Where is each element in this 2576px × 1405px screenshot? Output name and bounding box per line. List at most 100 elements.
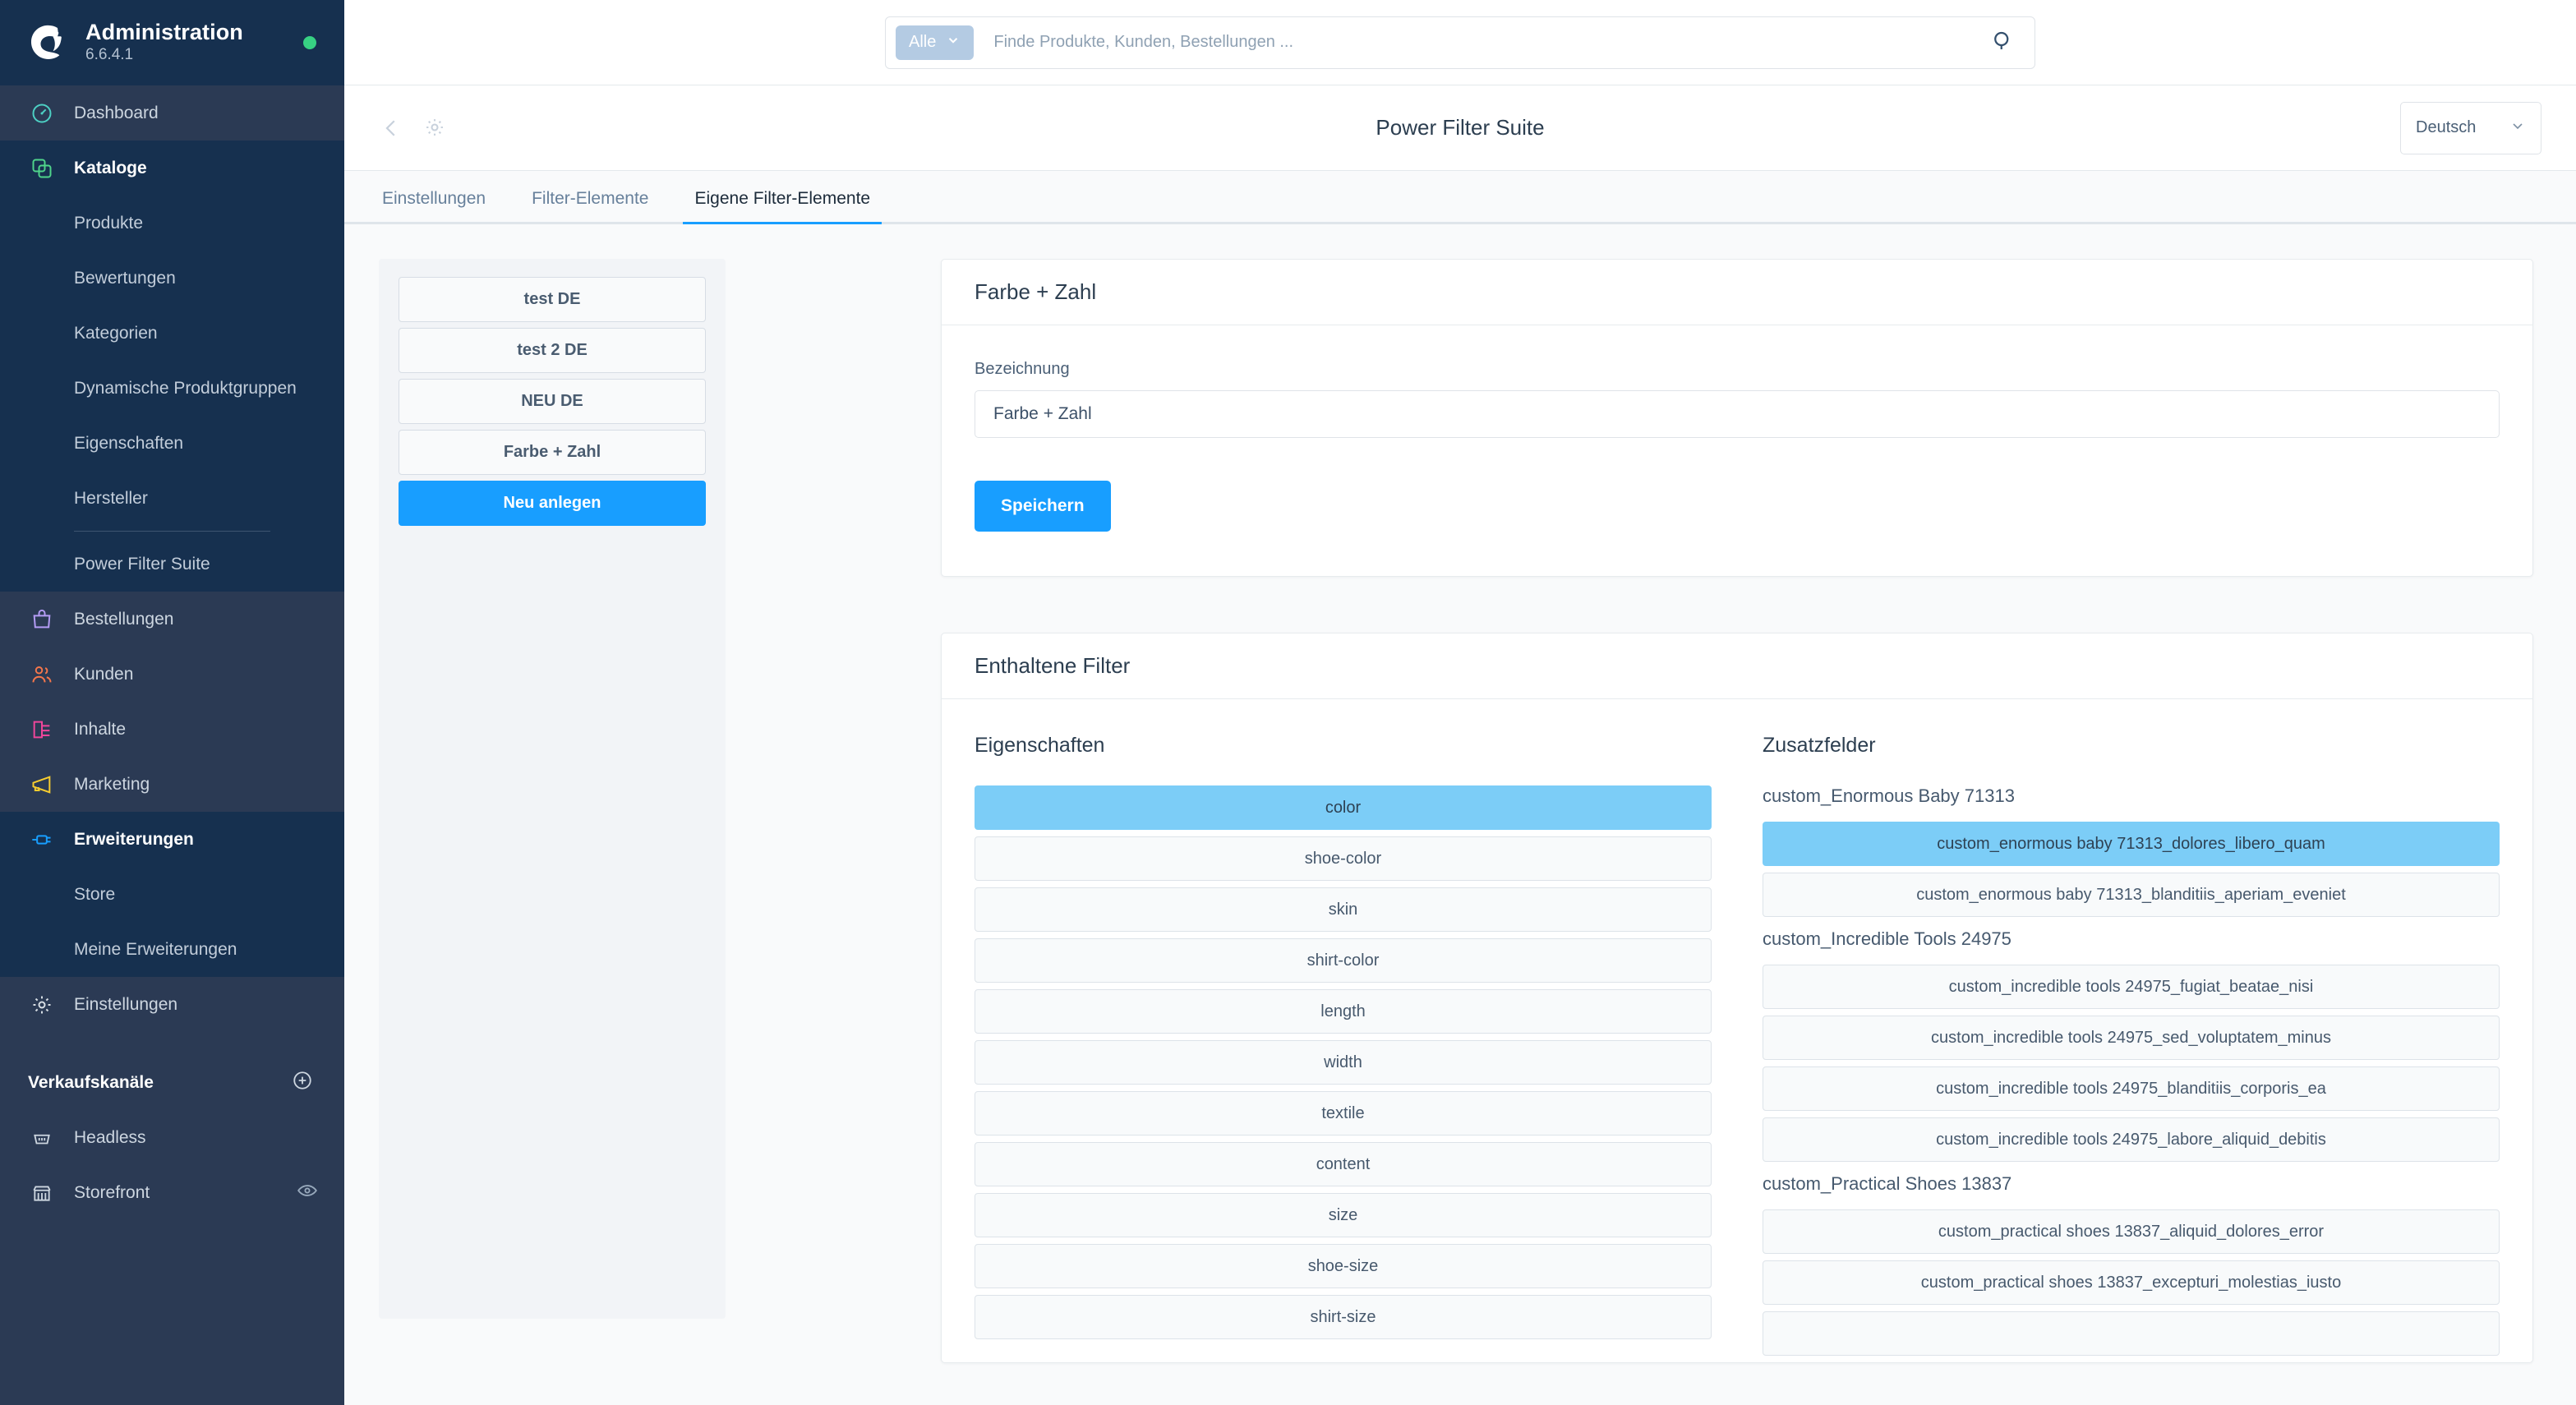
filter-element-item[interactable]: NEU DE	[399, 379, 706, 424]
search-magnifier-icon[interactable]	[1990, 29, 2018, 57]
property-pill[interactable]: color	[975, 785, 1712, 830]
sidebar-item-headless[interactable]: Headless	[0, 1110, 344, 1165]
sidebar-item-label: Storefront	[74, 1182, 150, 1202]
sidebar-subitem-label: Power Filter Suite	[74, 554, 210, 574]
settings-gear-icon	[28, 991, 56, 1019]
search-scope-label: Alle	[909, 33, 937, 51]
sidebar-subitem-meine-erweiterungen[interactable]: Meine Erweiterungen	[0, 922, 344, 977]
sidebar-group-dashboard: Dashboard	[0, 85, 344, 140]
sidebar-brand[interactable]: Administration 6.6.4.1	[0, 0, 344, 85]
sidebar-divider	[74, 531, 270, 532]
language-select[interactable]: Deutsch	[2400, 101, 2541, 154]
customers-users-icon	[28, 661, 56, 689]
sidebar-subitem-eigenschaften[interactable]: Eigenschaften	[0, 416, 344, 471]
custom-field-pill[interactable]: custom_incredible tools 24975_sed_volupt…	[1763, 1016, 2500, 1060]
custom-field-pill[interactable]: custom_enormous baby 71313_blanditiis_ap…	[1763, 873, 2500, 917]
filter-element-item[interactable]: test 2 DE	[399, 328, 706, 373]
sidebar-subitem-label: Dynamische Produktgruppen	[74, 378, 297, 398]
filter-element-list-panel: test DE test 2 DE NEU DE Farbe + Zahl Ne…	[379, 259, 726, 1319]
property-pill[interactable]: length	[975, 989, 1712, 1034]
sidebar-item-erweiterungen[interactable]: Erweiterungen	[0, 812, 344, 867]
sidebar-subitem-hersteller[interactable]: Hersteller	[0, 471, 344, 526]
main-region: Alle Finde Produkte, Kunden, Bestellunge…	[344, 0, 2576, 1405]
custom-field-group-title: custom_Incredible Tools 24975	[1763, 928, 2011, 949]
tab-einstellungen[interactable]: Einstellungen	[379, 189, 489, 222]
dashboard-speedometer-icon	[28, 99, 56, 127]
sidebar-subitem-dynamische-produktgruppen[interactable]: Dynamische Produktgruppen	[0, 361, 344, 416]
filter-element-item[interactable]: Farbe + Zahl	[399, 430, 706, 475]
global-search-bar[interactable]: Alle	[885, 16, 2035, 69]
properties-title: Eigenschaften	[975, 734, 1105, 757]
plus-circle-icon[interactable]	[292, 1070, 313, 1096]
tab-eigene-filter-elemente[interactable]: Eigene Filter-Elemente	[683, 189, 882, 224]
custom-field-pill[interactable]: custom_incredible tools 24975_labore_ali…	[1763, 1117, 2500, 1162]
search-input[interactable]	[974, 33, 1990, 52]
property-pill[interactable]: width	[975, 1040, 1712, 1085]
property-pill[interactable]: content	[975, 1142, 1712, 1186]
sidebar-group-core: Bestellungen Kunden Inhalte Marketing	[0, 592, 344, 812]
page-content: test DE test 2 DE NEU DE Farbe + Zahl Ne…	[344, 224, 2576, 1405]
sidebar-item-storefront[interactable]: Storefront	[0, 1165, 344, 1220]
content-document-icon	[28, 716, 56, 744]
sidebar-item-label: Einstellungen	[74, 994, 178, 1014]
sidebar-item-marketing[interactable]: Marketing	[0, 757, 344, 812]
tab-bar: Einstellungen Filter-Elemente Eigene Fil…	[344, 171, 2576, 224]
property-pill[interactable]: skin	[975, 887, 1712, 932]
property-pill[interactable]: size	[975, 1193, 1712, 1237]
sidebar-item-label: Dashboard	[74, 103, 159, 122]
sidebar-item-label: Inhalte	[74, 719, 127, 739]
sidebar-subitem-store[interactable]: Store	[0, 867, 344, 922]
chevron-left-icon[interactable]	[379, 116, 403, 140]
gear-icon[interactable]	[423, 116, 448, 140]
sidebar-item-label: Marketing	[74, 774, 150, 794]
shopware-logo-icon	[25, 21, 69, 65]
sidebar-subitem-label: Hersteller	[74, 488, 148, 508]
tab-filter-elemente[interactable]: Filter-Elemente	[528, 189, 652, 222]
property-pill[interactable]: textile	[975, 1091, 1712, 1136]
custom-field-pill[interactable]: custom_enormous baby 71313_dolores_liber…	[1763, 822, 2500, 866]
page-title: Power Filter Suite	[1376, 115, 1545, 140]
sidebar-item-bestellungen[interactable]: Bestellungen	[0, 592, 344, 647]
property-pill[interactable]: shirt-size	[975, 1295, 1712, 1339]
custom-field-pill[interactable]: custom_incredible tools 24975_fugiat_bea…	[1763, 965, 2500, 1009]
sidebar-subitem-kategorien[interactable]: Kategorien	[0, 306, 344, 361]
search-scope-dropdown[interactable]: Alle	[896, 25, 975, 60]
save-button[interactable]: Speichern	[975, 481, 1111, 532]
sidebar-item-label: Erweiterungen	[74, 829, 194, 849]
sidebar-subitem-label: Meine Erweiterungen	[74, 939, 237, 959]
sidebar-subitem-power-filter-suite[interactable]: Power Filter Suite	[0, 537, 344, 592]
create-new-button[interactable]: Neu anlegen	[399, 481, 706, 526]
property-pill[interactable]: shirt-color	[975, 938, 1712, 983]
sidebar-subitem-bewertungen[interactable]: Bewertungen	[0, 251, 344, 306]
filter-element-item[interactable]: test DE	[399, 277, 706, 322]
catalog-copy-icon	[28, 154, 56, 182]
sidebar-item-inhalte[interactable]: Inhalte	[0, 702, 344, 757]
custom-field-pill[interactable]: custom_incredible tools 24975_blanditiis…	[1763, 1066, 2500, 1111]
property-pill[interactable]: shoe-size	[975, 1244, 1712, 1288]
sidebar-group-extensions: Erweiterungen Store Meine Erweiterungen	[0, 812, 344, 977]
detail-column: Farbe + Zahl Bezeichnung Speichern Entha…	[726, 259, 2576, 1405]
bezeichnung-label: Bezeichnung	[975, 360, 1070, 378]
chevron-down-icon	[946, 33, 961, 53]
sidebar-subitem-label: Eigenschaften	[74, 433, 184, 453]
included-filters-card: Enthaltene Filter Eigenschaften color sh…	[941, 633, 2533, 1363]
orders-bag-icon	[28, 606, 56, 633]
eye-icon[interactable]	[297, 1180, 318, 1206]
property-pill[interactable]: shoe-color	[975, 836, 1712, 881]
custom-field-pill[interactable]: custom_practical shoes 13837_aliquid_dol…	[1763, 1209, 2500, 1254]
sidebar-group-catalog: Kataloge Produkte Bewertungen Kategorien…	[0, 140, 344, 592]
sidebar-item-dashboard[interactable]: Dashboard	[0, 85, 344, 140]
language-select-value: Deutsch	[2416, 118, 2477, 136]
sidebar-item-label: Headless	[74, 1127, 146, 1147]
custom-field-group-title: custom_Enormous Baby 71313	[1763, 785, 2015, 806]
sidebar-subitem-produkte[interactable]: Produkte	[0, 196, 344, 251]
brand-title: Administration	[85, 20, 243, 45]
page-header: Power Filter Suite Deutsch	[344, 85, 2576, 171]
sidebar-item-einstellungen[interactable]: Einstellungen	[0, 977, 344, 1032]
custom-field-pill[interactable]: custom_practical shoes 13837_excepturi_m…	[1763, 1260, 2500, 1305]
included-filters-title: Enthaltene Filter	[942, 633, 2532, 699]
bezeichnung-input[interactable]	[975, 390, 2500, 438]
sidebar-item-kunden[interactable]: Kunden	[0, 647, 344, 702]
custom-field-pill[interactable]	[1763, 1311, 2500, 1356]
sidebar-item-kataloge[interactable]: Kataloge	[0, 140, 344, 196]
